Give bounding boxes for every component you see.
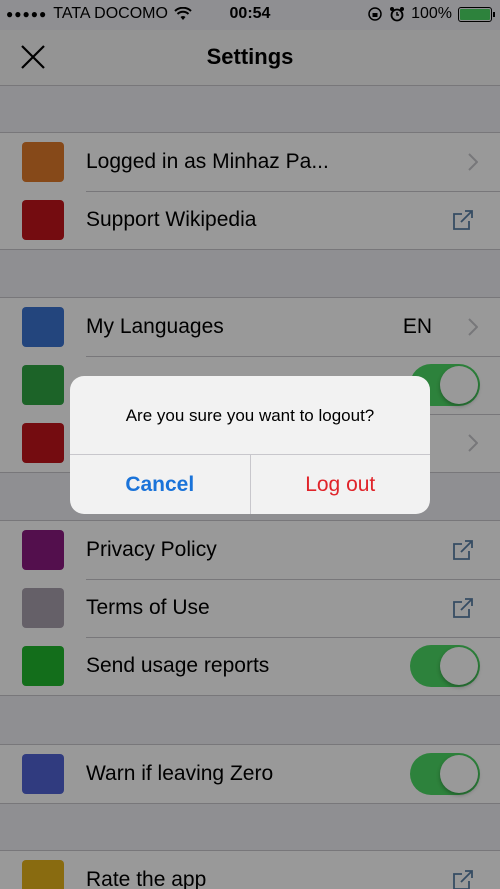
cancel-button[interactable]: Cancel (70, 455, 251, 514)
alert-message: Are you sure you want to logout? (125, 406, 375, 425)
alert-buttons: Cancel Log out (70, 454, 430, 514)
logout-button[interactable]: Log out (251, 455, 431, 514)
logout-alert-dialog: Are you sure you want to logout? Cancel … (70, 376, 430, 514)
